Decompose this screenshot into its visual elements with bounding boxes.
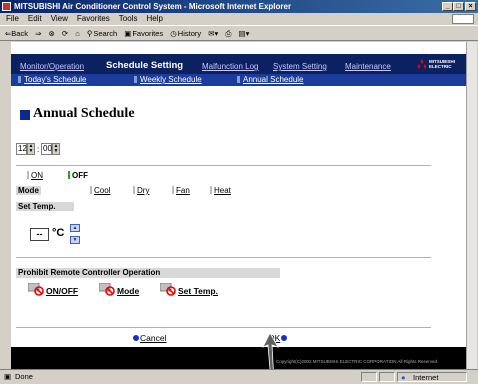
stop-icon[interactable]: ⊗ <box>48 29 54 38</box>
on-option[interactable]: ON <box>27 171 43 180</box>
back-button[interactable]: ⇐Back <box>5 29 28 38</box>
tab-system-setting[interactable]: System Setting <box>273 62 327 71</box>
time-separator: : <box>37 145 40 154</box>
minute-field[interactable]: 00 <box>41 143 52 155</box>
temp-down-button[interactable]: ▼ <box>70 236 80 244</box>
bullet-icon <box>133 335 139 341</box>
subtab-todays-schedule[interactable]: Today's Schedule <box>18 75 86 84</box>
globe-icon: ● <box>401 373 406 382</box>
status-segment <box>379 372 395 382</box>
page-done-icon: ▣ <box>4 372 12 381</box>
web-page: Monitor/Operation Schedule Setting Malfu… <box>11 42 466 369</box>
sub-nav: Today's Schedule Weekly Schedule Annual … <box>11 74 466 86</box>
window-title: MITSUBISHI Air Conditioner Control Syste… <box>14 2 292 11</box>
title-marker <box>20 110 30 120</box>
temperature-value: -- <box>30 228 49 241</box>
status-text: Done <box>15 372 33 381</box>
mode-cool[interactable]: Cool <box>90 186 110 195</box>
favorites-icon[interactable]: ▣ <box>124 29 131 38</box>
close-button[interactable]: × <box>465 2 476 11</box>
prohibit-remote-icon <box>28 283 44 296</box>
status-segment <box>361 372 377 382</box>
history-icon[interactable]: ◷ <box>170 29 177 38</box>
menu-file[interactable]: File <box>6 14 19 23</box>
temp-up-button[interactable]: ▲ <box>70 224 80 232</box>
prohibit-remote-icon <box>160 283 176 296</box>
subtab-weekly-schedule[interactable]: Weekly Schedule <box>134 75 202 84</box>
search-icon[interactable]: ⚲ <box>87 29 93 38</box>
mode-dry[interactable]: Dry <box>133 186 149 195</box>
cancel-button[interactable]: Cancel <box>133 333 166 343</box>
search-button[interactable]: Search <box>93 29 117 38</box>
divider <box>16 257 431 258</box>
set-temp-label: Set Temp. <box>16 202 74 211</box>
menu-view[interactable]: View <box>51 14 68 23</box>
edit-icon[interactable]: ▤▾ <box>238 29 249 38</box>
prohibit-remote-icon <box>99 283 115 296</box>
toolbar: ⇐Back ⇒ ⊗ ⟳ ⌂ ⚲Search ▣Favorites ◷Histor… <box>0 25 478 41</box>
menu-favorites[interactable]: Favorites <box>77 14 110 23</box>
minimize-button[interactable]: _ <box>442 2 453 11</box>
maximize-button[interactable]: □ <box>453 2 464 11</box>
vertical-scrollbar[interactable] <box>466 42 477 369</box>
tab-schedule-setting[interactable]: Schedule Setting <box>106 60 183 71</box>
logo-text: MITSUBISHI ELECTRIC <box>429 59 456 69</box>
mitsubishi-diamonds-icon <box>417 59 427 69</box>
footer: Copyright(C)2002 MITSUBISHI ELECTRIC COR… <box>11 347 466 369</box>
home-icon[interactable]: ⌂ <box>75 29 80 38</box>
prohibit-section-header: Prohibit Remote Controller Operation <box>16 268 280 278</box>
divider <box>16 327 431 328</box>
main-nav: Monitor/Operation Schedule Setting Malfu… <box>11 54 466 74</box>
title-bar: MITSUBISHI Air Conditioner Control Syste… <box>0 0 478 13</box>
copyright-text: Copyright(C)2002 MITSUBISHI ELECTRIC COR… <box>276 359 439 364</box>
menu-edit[interactable]: Edit <box>28 14 42 23</box>
windows-logo-icon <box>452 14 474 24</box>
hour-field[interactable]: 12 <box>16 143 27 155</box>
history-button[interactable]: History <box>178 29 201 38</box>
print-icon[interactable]: ⎙ <box>225 29 231 38</box>
menu-tools[interactable]: Tools <box>119 14 138 23</box>
mode-fan[interactable]: Fan <box>172 186 190 195</box>
hour-spin-arrows-icon[interactable]: ▲ ▼ <box>27 143 35 155</box>
status-bar: ▣ Done ● Internet <box>0 369 478 383</box>
forward-button[interactable]: ⇒ <box>35 29 41 38</box>
off-option[interactable]: OFF <box>68 171 88 180</box>
minute-spin-arrows-icon[interactable]: ▲ ▼ <box>52 143 60 155</box>
mode-label: Mode <box>16 186 41 195</box>
mode-heat[interactable]: Heat <box>210 186 231 195</box>
divider <box>16 165 431 166</box>
bullet-icon <box>281 335 288 341</box>
favorites-button[interactable]: Favorites <box>132 29 163 38</box>
refresh-icon[interactable]: ⟳ <box>62 29 68 38</box>
tab-malfunction-log[interactable]: Malfunction Log <box>202 62 258 71</box>
tab-monitor-operation[interactable]: Monitor/Operation <box>20 62 84 71</box>
tab-maintenance[interactable]: Maintenance <box>345 62 391 71</box>
zone-text: Internet <box>413 373 439 382</box>
left-frame <box>0 42 11 369</box>
menu-help[interactable]: Help <box>146 14 162 23</box>
subtab-annual-schedule[interactable]: Annual Schedule <box>237 75 304 84</box>
menu-bar: File Edit View Favorites Tools Help <box>0 13 478 25</box>
page-title: Annual Schedule <box>33 106 135 121</box>
mail-icon[interactable]: ✉▾ <box>208 29 218 38</box>
app-icon <box>2 2 11 11</box>
temperature-unit: °C <box>52 227 65 239</box>
zone-indicator: ● Internet <box>397 372 467 382</box>
